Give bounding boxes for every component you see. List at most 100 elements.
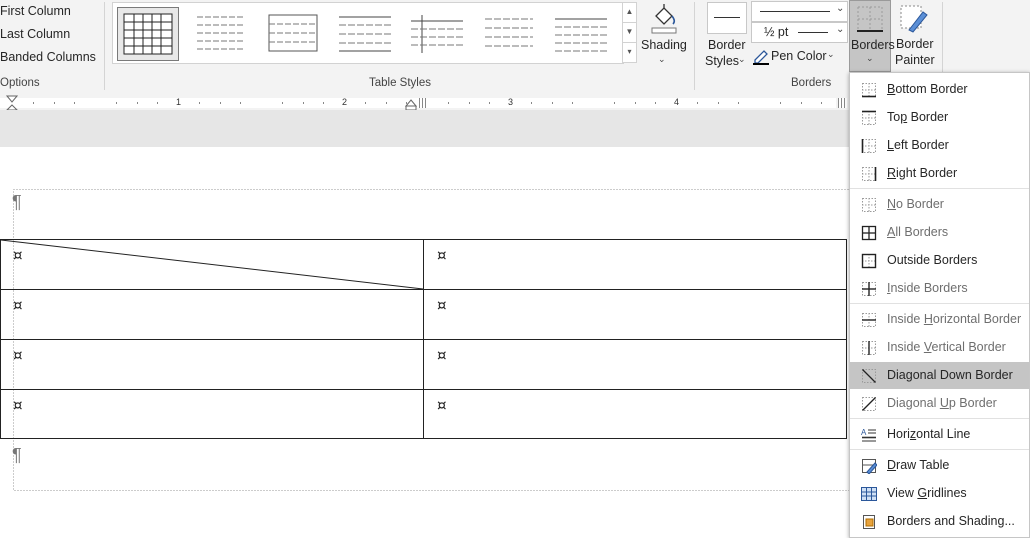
ruler-tick: [33, 102, 34, 104]
first-column-option[interactable]: First Column: [0, 4, 71, 18]
chevron-down-icon: ⌄: [866, 53, 874, 63]
page-gap: [0, 110, 850, 147]
ruler-tick: [614, 102, 615, 104]
end-of-cell-mark: ¤: [13, 246, 23, 264]
menu-item-borders-and-shading[interactable]: Borders and Shading...: [850, 508, 1029, 535]
end-of-cell-mark: ¤: [437, 246, 447, 264]
menu-item-horizontal-line[interactable]: A Horizontal Line: [850, 421, 1029, 448]
menu-separator: [850, 303, 1029, 304]
top-border-icon: [861, 110, 877, 126]
menu-item-label: Diagonal Down Border: [887, 368, 1013, 382]
border-painter-icon: [900, 5, 928, 33]
chevron-down-icon: ⌄: [738, 54, 746, 64]
table-style-plain-5[interactable]: [479, 7, 539, 59]
menu-item-label: Horizontal Line: [887, 427, 971, 441]
menu-item-no-border[interactable]: No Border: [850, 191, 1029, 218]
column-marker[interactable]: [419, 98, 428, 108]
ruler-tick: [780, 102, 781, 104]
gallery-more-button[interactable]: ▾: [622, 42, 637, 63]
menu-item-all-borders[interactable]: All Borders: [850, 219, 1029, 246]
ruler-tick: [199, 102, 200, 104]
borders-icon: [857, 6, 883, 32]
table-style-plain-3[interactable]: [335, 7, 395, 59]
border-styles-button[interactable]: Border Styles ⌄: [703, 2, 749, 72]
ruler-tick: [448, 102, 449, 104]
gallery-scroll-up-button[interactable]: ▲: [622, 2, 637, 23]
ruler-tick: [116, 102, 117, 104]
horizontal-ruler[interactable]: 1 2 3 4: [0, 97, 836, 108]
menu-item-view-gridlines[interactable]: View Gridlines: [850, 480, 1029, 507]
horizontal-line-icon: A: [861, 427, 877, 443]
menu-item-right-border[interactable]: Right Border: [850, 160, 1029, 187]
table-styles-group-label: Table Styles: [369, 77, 432, 89]
menu-separator: [850, 418, 1029, 419]
menu-item-left-border[interactable]: Left Border: [850, 132, 1029, 159]
ruler-tick: [157, 102, 158, 104]
column-marker[interactable]: [838, 98, 847, 108]
ruler-tick: [386, 102, 387, 104]
pen-color-button[interactable]: Pen Color ⌄: [751, 46, 846, 66]
table-style-grid[interactable]: [117, 7, 179, 61]
table-styles-gallery[interactable]: [112, 2, 624, 64]
menu-item-label: Bottom Border: [887, 82, 968, 96]
pen-style-dropdown[interactable]: ⌄: [751, 1, 848, 22]
paragraph-mark: ¶: [12, 192, 22, 212]
table-style-plain-2[interactable]: [263, 7, 323, 59]
border-painter-button[interactable]: Border Painter: [893, 0, 935, 72]
document-table[interactable]: [0, 238, 850, 442]
border-painter-label-line1: Border: [896, 37, 934, 51]
menu-item-top-border[interactable]: Top Border: [850, 104, 1029, 131]
ruler-tick: [572, 102, 573, 104]
diagonal-up-border-icon: [861, 396, 877, 412]
ruler-tick: [303, 102, 304, 104]
shading-button[interactable]: Shading ⌄: [641, 2, 687, 68]
border-styles-label-line1: Border: [708, 38, 746, 52]
paragraph-mark: ¶: [12, 445, 22, 465]
borders-button[interactable]: Borders ⌄: [849, 0, 895, 72]
menu-item-draw-table[interactable]: Draw Table: [850, 452, 1029, 479]
menu-item-label: All Borders: [887, 225, 949, 239]
borders-and-shading-icon: [861, 514, 877, 530]
table-style-plain-4[interactable]: [407, 7, 467, 59]
menu-item-label: Left Border: [887, 138, 949, 152]
table-style-plain-6[interactable]: [551, 7, 611, 59]
last-column-option[interactable]: Last Column: [0, 27, 70, 41]
menu-item-label: Borders and Shading...: [887, 514, 1015, 528]
menu-item-label: Outside Borders: [887, 253, 978, 267]
menu-item-inside-borders[interactable]: Inside Borders: [850, 275, 1029, 302]
ruler-tick: [697, 102, 698, 104]
menu-item-diagonal-up-border[interactable]: Diagonal Up Border: [850, 390, 1029, 417]
inside-vertical-border-icon: [861, 340, 877, 356]
table-style-plain-1[interactable]: [191, 7, 251, 59]
menu-item-label: Right Border: [887, 166, 958, 180]
ruler-tick: [821, 102, 822, 104]
pen-weight-dropdown[interactable]: ½ pt ⌄: [751, 22, 848, 43]
menu-item-inside-horizontal-border[interactable]: Inside Horizontal Border: [850, 306, 1029, 333]
draw-table-icon: [861, 458, 878, 475]
menu-item-label: View Gridlines: [887, 486, 967, 500]
chevron-down-icon: ⌄: [827, 49, 835, 59]
inside-horizontal-border-icon: [861, 312, 877, 328]
menu-item-outside-borders[interactable]: Outside Borders: [850, 247, 1029, 274]
menu-item-bottom-border[interactable]: Bottom Border: [850, 76, 1029, 103]
borders-button-label: Borders: [851, 38, 895, 52]
gallery-scroll-down-button[interactable]: ▼: [622, 22, 637, 43]
menu-item-diagonal-down-border[interactable]: Diagonal Down Border: [850, 362, 1029, 389]
right-border-icon: [861, 166, 877, 182]
svg-text:A: A: [861, 428, 867, 437]
banded-columns-option[interactable]: Banded Columns: [0, 50, 96, 64]
ruler-tick: [240, 102, 241, 104]
ruler-tick: [282, 102, 283, 104]
group-separator: [694, 2, 695, 90]
menu-item-label: Inside Borders: [887, 281, 968, 295]
ruler-tick: [655, 102, 656, 104]
menu-item-label: Inside Horizontal Border: [887, 312, 1022, 326]
ruler-tick: [801, 102, 802, 104]
view-gridlines-icon: [861, 486, 877, 502]
chevron-down-icon: ⌄: [836, 24, 845, 35]
end-of-cell-mark: ¤: [437, 346, 447, 364]
menu-item-inside-vertical-border[interactable]: Inside Vertical Border: [850, 334, 1029, 361]
menu-item-label: No Border: [887, 197, 944, 211]
chevron-down-icon: ⌄: [836, 3, 845, 14]
ruler-number: 4: [674, 97, 680, 107]
